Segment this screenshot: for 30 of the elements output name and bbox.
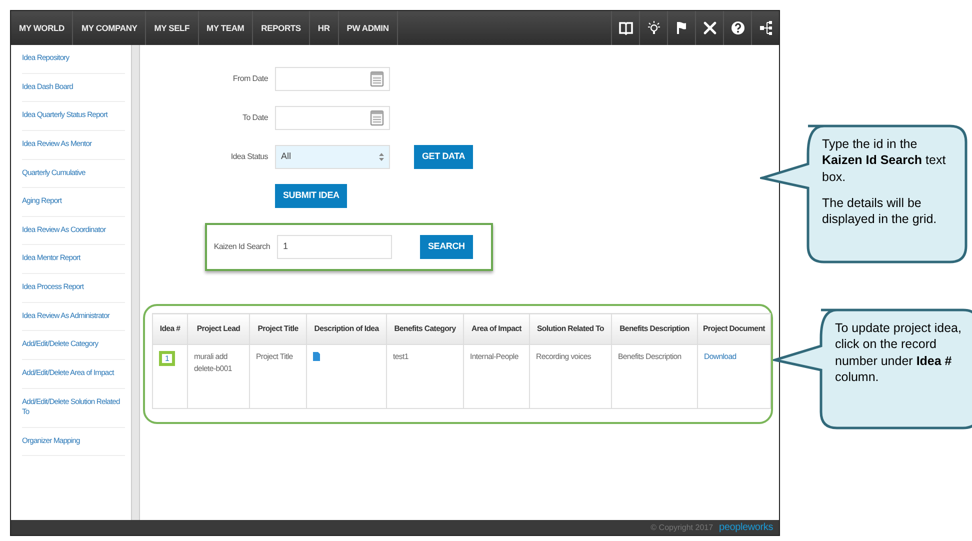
brand-logo: peopleworks — [719, 521, 773, 535]
nav-menu-item[interactable]: MY TEAM — [198, 11, 254, 45]
callout-text: Type the id in the Kaizen Id Search text box. The details will be displayed in the grid. — [822, 136, 947, 228]
date-field[interactable] — [275, 67, 390, 91]
date-field[interactable] — [275, 106, 390, 130]
nav-menu-item[interactable]: HR — [310, 11, 339, 45]
search-field[interactable]: 1 — [277, 235, 392, 259]
search-button[interactable]: SEARCH — [420, 235, 473, 259]
field-label: To Date — [242, 112, 269, 124]
calendar-icon[interactable] — [370, 110, 384, 126]
nav-menu-item[interactable]: REPORTS — [253, 11, 310, 45]
submit-idea-button[interactable]: SUBMIT IDEA — [275, 184, 348, 208]
callout-text: To update project idea, click on the record number under Idea # column. — [835, 320, 962, 385]
nav-menu-item[interactable]: PW ADMIN — [338, 11, 398, 45]
sitemap-icon[interactable] — [758, 20, 774, 36]
lightbulb-icon[interactable] — [646, 20, 662, 36]
document-icon[interactable] — [313, 352, 320, 362]
nav-menu-item[interactable]: MY WORLD — [11, 11, 74, 45]
updown-caret-icon — [379, 153, 384, 161]
field-label: Kaizen Id Search — [212, 241, 271, 253]
book-icon[interactable] — [618, 20, 634, 36]
copyright-text: © Copyright 2017 — [650, 522, 714, 534]
field-label: Idea Status — [230, 151, 269, 163]
scrollbar-track[interactable] — [130, 45, 140, 520]
field-label: From Date — [232, 73, 269, 85]
calendar-icon[interactable] — [370, 71, 384, 87]
help-icon[interactable] — [730, 20, 746, 36]
status-dropdown[interactable]: All — [275, 145, 390, 169]
get-data-button[interactable]: GET DATA — [414, 145, 474, 169]
nav-menu-item[interactable]: MY SELF — [146, 11, 199, 45]
